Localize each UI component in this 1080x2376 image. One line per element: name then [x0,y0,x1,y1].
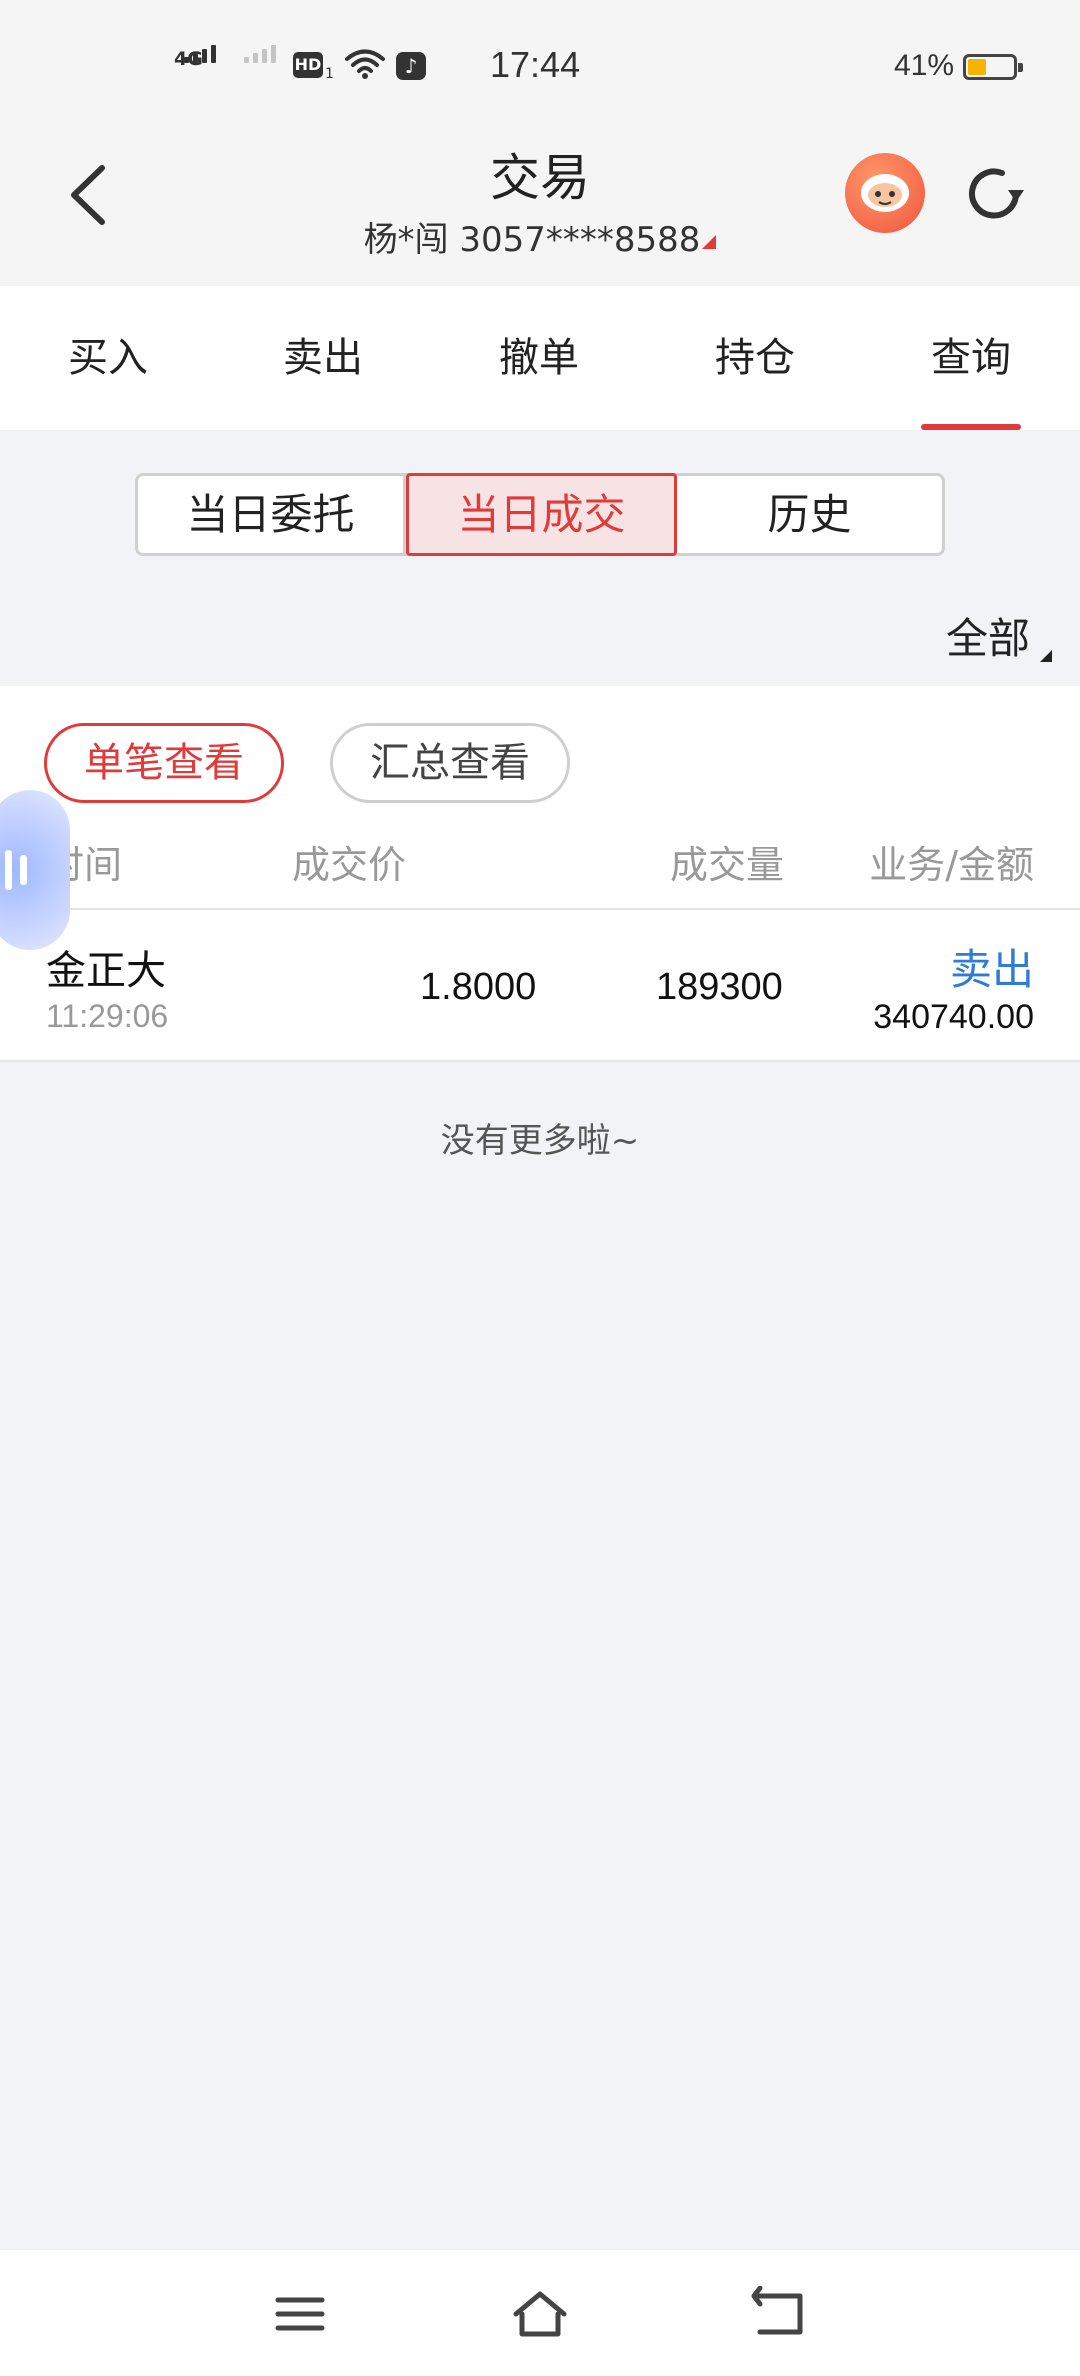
dropdown-triangle-icon [702,235,717,249]
single-view-button[interactable]: 单笔查看 [44,723,284,803]
stock-name: 金正大 [46,948,166,994]
segment-today-trades[interactable]: 当日成交 [406,473,677,556]
divider [0,908,1080,910]
hd-sub-label: 1 [325,66,334,82]
battery-percent: 41% [894,49,955,82]
tab-cancel[interactable]: 撤单 [479,286,599,430]
sound-wave-icon [0,850,27,890]
divider [0,1060,1080,1062]
segment-history[interactable]: 历史 [677,476,942,553]
back-icon[interactable] [750,2286,810,2342]
query-segment: 当日委托 当日成交 历史 [135,473,945,556]
account-label: 杨*闯 3057****8588 [363,220,701,260]
tab-positions[interactable]: 持仓 [695,286,815,430]
clock: 17:44 [490,44,581,85]
no-more-text: 没有更多啦~ [440,1121,640,1161]
trade-price: 1.8000 [420,966,537,1008]
column-volume: 成交量 [670,843,785,887]
tiktok-icon: ♪ [396,52,426,80]
hd-icon: HD [293,52,323,78]
trade-amount: 340740.00 [873,998,1034,1036]
refresh-icon[interactable] [958,158,1030,230]
signal-2-icon [244,45,276,63]
trade-list-panel: 单笔查看 汇总查看 时间 成交价 成交量 业务/金额 金正大 11:29:06 … [0,686,1080,1062]
header: 交易 杨*闯 3057****8588 [0,120,1080,286]
signal-icon [184,45,216,63]
tab-buy[interactable]: 买入 [48,286,168,430]
filter-all-dropdown[interactable]: 全部 [945,605,1052,666]
filter-label: 全部 [945,614,1030,663]
voice-assistant-bubble[interactable] [0,790,70,950]
dropdown-triangle-icon [1040,650,1052,662]
trade-time: 11:29:06 [46,998,169,1034]
assistant-robot-icon[interactable] [845,153,925,233]
trade-tabs: 买入 卖出 撤单 持仓 查询 [0,286,1080,430]
status-bar: 4G HD 1 ♪ 17:44 41% [0,0,1080,120]
tab-sell[interactable]: 卖出 [263,286,383,430]
trade-volume: 189300 [656,966,783,1008]
column-business-amount: 业务/金额 [869,843,1034,887]
system-nav-bar [0,2250,1080,2376]
column-price: 成交价 [292,843,407,887]
battery-icon [963,54,1023,80]
tab-query[interactable]: 查询 [911,286,1031,430]
trade-type: 卖出 [949,945,1034,994]
menu-icon[interactable] [270,2286,330,2342]
summary-view-button[interactable]: 汇总查看 [330,723,570,803]
home-icon[interactable] [510,2286,570,2342]
wifi-icon [345,49,385,79]
segment-today-orders[interactable]: 当日委托 [138,476,406,553]
